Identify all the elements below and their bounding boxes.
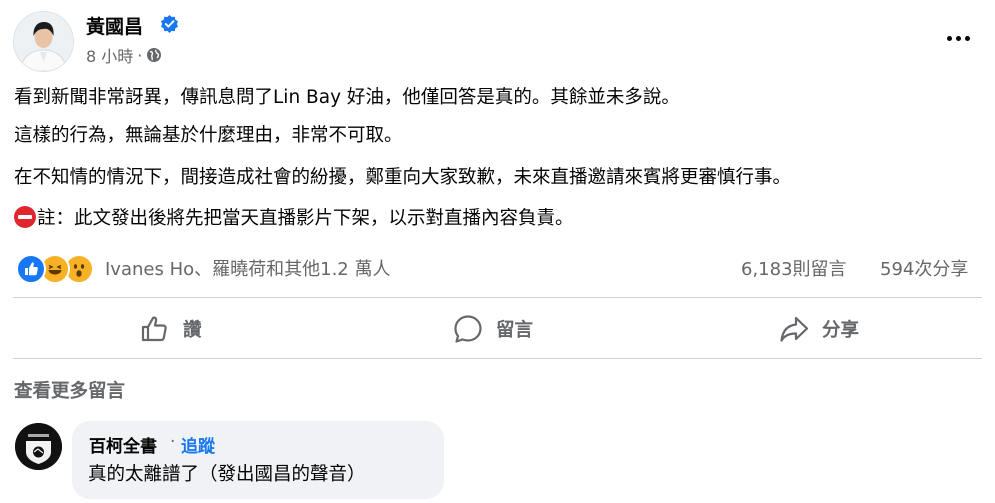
like-label: 讚: [183, 320, 202, 341]
comment-text: 真的太離譜了（發出國昌的聲音）: [88, 464, 366, 485]
globe-icon: [147, 48, 162, 62]
commenter-separator: ·: [170, 432, 176, 452]
post-text-line-2: 這樣的行為，無論基於什麼理由，非常不可取。: [14, 125, 403, 146]
more-options-icon[interactable]: [943, 27, 973, 49]
post-text-line-1: 看到新聞非常訝異，傳訊息問了Lin Bay 好油，他僅回答是真的。其餘並未多說。: [14, 87, 680, 108]
shares-count[interactable]: 594次分享: [880, 255, 968, 281]
comment-button[interactable]: 留言: [452, 311, 533, 347]
post-text-line-3: 在不知情的情況下，間接造成社會的紛擾，鄭重向大家致歉，未來直播邀請來賓將更審慎行…: [14, 167, 792, 188]
post-time[interactable]: 8 小時: [86, 43, 133, 67]
post-note-text: 註：此文發出後將先把當天直播影片下架，以示對直播內容負責。: [37, 208, 574, 229]
like-button[interactable]: 讚: [139, 311, 202, 347]
comment-label: 留言: [496, 320, 534, 341]
comment-icon: [454, 315, 482, 343]
commenter-name[interactable]: 百柯全書: [89, 432, 157, 457]
like-icon: [141, 316, 167, 342]
share-label: 分享: [822, 320, 860, 341]
view-more-comments-link[interactable]: 查看更多留言: [14, 377, 125, 403]
share-icon: [780, 316, 809, 342]
divider-bottom: [13, 358, 982, 359]
reaction-icons[interactable]: [16, 254, 94, 284]
follow-button[interactable]: 追蹤: [181, 432, 215, 457]
verified-badge-icon: [160, 14, 179, 33]
author-name[interactable]: 黃國昌: [86, 12, 143, 39]
post-meta: 8 小時 ·: [86, 43, 162, 67]
like-reaction-icon: [16, 254, 46, 284]
author-avatar[interactable]: [13, 11, 74, 72]
meta-separator: ·: [137, 45, 143, 65]
post-note-line: 註：此文發出後將先把當天直播影片下架，以示對直播內容負責。: [14, 206, 574, 232]
comments-count[interactable]: 6,183則留言: [741, 255, 847, 281]
share-button[interactable]: 分享: [778, 311, 859, 347]
divider-top: [13, 297, 982, 298]
no-entry-icon: [14, 206, 36, 228]
commenter-avatar[interactable]: [15, 423, 62, 470]
reaction-names[interactable]: Ivanes Ho、羅曉荷和其他1.2 萬人: [105, 255, 390, 281]
